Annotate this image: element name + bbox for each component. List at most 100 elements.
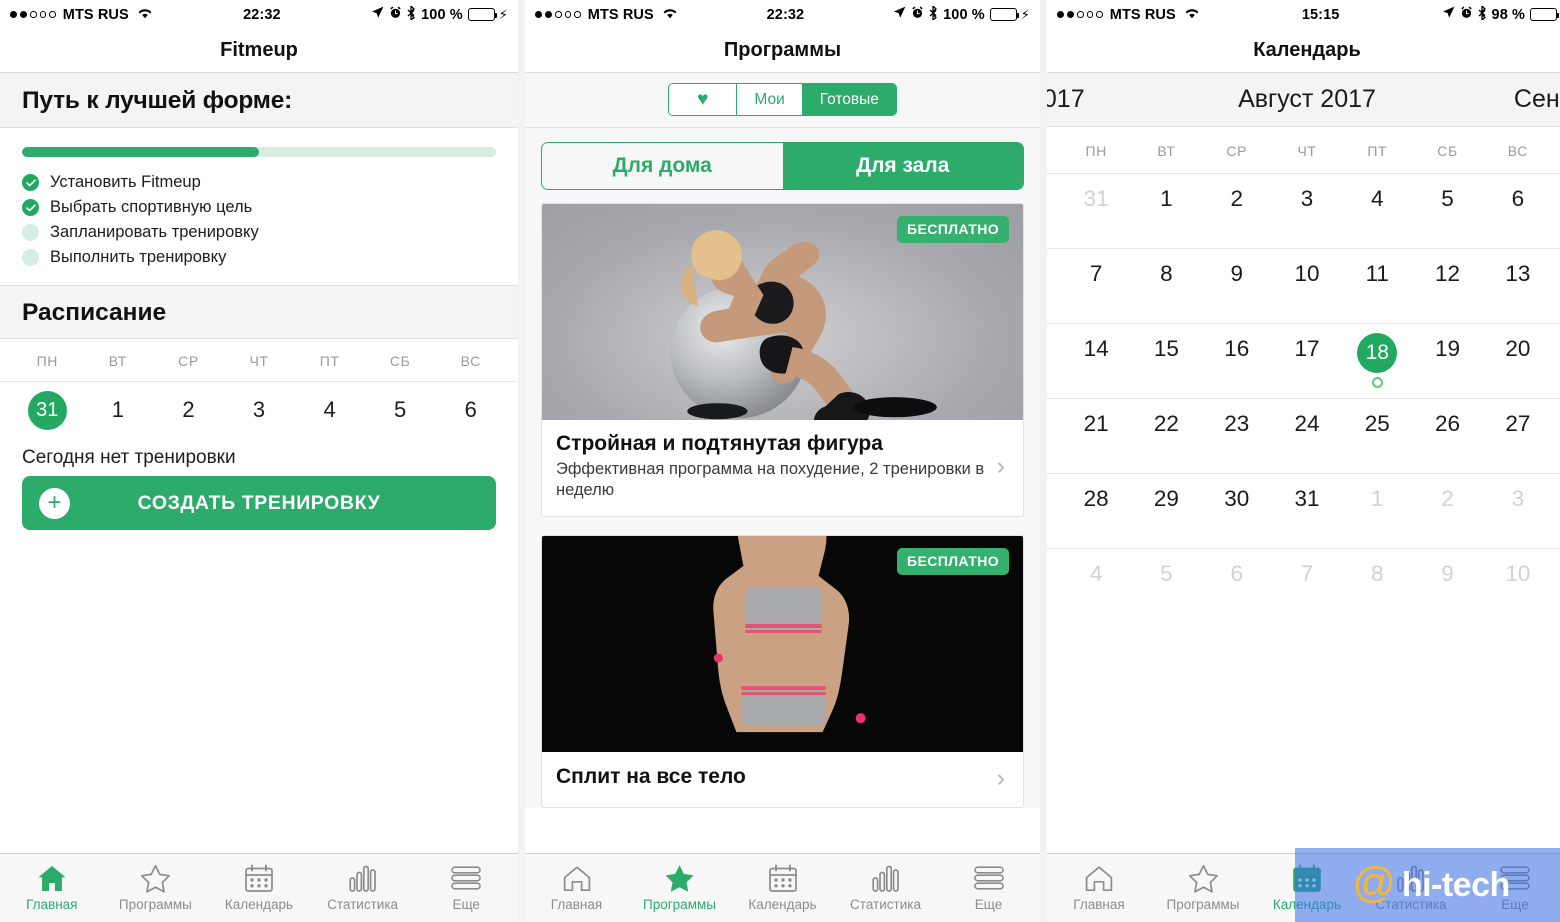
calendar-day[interactable]: 24	[1272, 399, 1342, 473]
calendar-day[interactable]: 10	[1483, 549, 1553, 623]
calendar-day[interactable]: 9	[1202, 249, 1272, 323]
calendar-day[interactable]: 5	[1131, 549, 1201, 623]
schedule-day[interactable]: 3	[224, 382, 295, 438]
calendar-day[interactable]: 26	[1412, 399, 1482, 473]
tab-calendar[interactable]: Календарь	[1255, 863, 1359, 912]
month-next-label[interactable]: Сентяб	[1514, 85, 1560, 114]
calendar-weekday: СБ	[1437, 143, 1458, 159]
calendar-day[interactable]: 15	[1131, 324, 1201, 398]
calendar-day[interactable]: 8	[1131, 249, 1201, 323]
tab-bar-chart[interactable]: Статистика	[834, 863, 937, 912]
charging-bolt-icon: ⚡	[498, 6, 508, 22]
tab-hamburger[interactable]: Еще	[937, 863, 1040, 912]
chevron-right-icon[interactable]: ›	[997, 764, 1009, 793]
calendar-day[interactable]: 5	[1412, 174, 1482, 248]
schedule-day[interactable]: 5	[365, 382, 436, 438]
segment-favorites[interactable]: ♥	[669, 84, 738, 115]
calendar-day[interactable]: 23	[1202, 399, 1272, 473]
schedule-day[interactable]: 2	[153, 382, 224, 438]
calendar-day[interactable]: 18	[1342, 324, 1412, 398]
calendar-day[interactable]: 2	[1202, 174, 1272, 248]
tab-bar-chart[interactable]: Статистика	[1359, 863, 1463, 912]
tab-bar[interactable]: Главная Программы Календарь Статистика Ещ…	[0, 853, 518, 922]
calendar-day[interactable]: 11	[1342, 249, 1412, 323]
toggle-home[interactable]: Для дома	[542, 143, 783, 189]
segment-мои[interactable]: Мои	[737, 84, 803, 115]
tab-hamburger[interactable]: Еще	[1463, 863, 1560, 912]
chevron-right-icon[interactable]: ›	[997, 452, 1009, 481]
tab-hamburger[interactable]: Еще	[414, 863, 518, 912]
calendar-day[interactable]: 14	[1061, 324, 1131, 398]
location-toggle[interactable]: Для дома Для зала	[541, 142, 1024, 190]
calendar-day[interactable]: 3	[1483, 474, 1553, 548]
week-days-row[interactable]: 31 1 2 3 4 5 6	[0, 381, 518, 438]
tab-star[interactable]: Программы	[104, 863, 208, 912]
program-card[interactable]: БЕСПЛАТНО Стройная и подтянутая фигура Э…	[541, 203, 1024, 517]
calendar-day[interactable]: 31	[1061, 174, 1131, 248]
calendar-day[interactable]: 21	[1061, 399, 1131, 473]
tab-bar-chart[interactable]: Статистика	[311, 863, 415, 912]
tab-star[interactable]: Программы	[1151, 863, 1255, 912]
calendar-day[interactable]: 28	[1061, 474, 1131, 548]
tab-star[interactable]: Программы	[628, 863, 731, 912]
month-prev-label[interactable]: 2017	[1047, 85, 1085, 114]
tab-calendar[interactable]: Календарь	[207, 863, 311, 912]
location-arrow-icon	[371, 6, 384, 23]
calendar-day[interactable]: 31	[1272, 474, 1342, 548]
tab-home[interactable]: Главная	[525, 863, 628, 912]
calendar-day[interactable]: 22	[1131, 399, 1201, 473]
create-workout-button[interactable]: + СОЗДАТЬ ТРЕНИРОВКУ	[22, 476, 496, 530]
calendar-day[interactable]: 17	[1272, 324, 1342, 398]
month-selector[interactable]: 2017 Август 2017 Сентяб	[1047, 73, 1560, 127]
calendar-day[interactable]: 1	[1342, 474, 1412, 548]
calendar-day[interactable]: 13	[1483, 249, 1553, 323]
tab-home[interactable]: Главная	[1047, 863, 1151, 912]
schedule-section-header: Расписание	[0, 285, 518, 339]
screen-home: MTS RUS 22:32 100 % ⚡ Fitmeup Путь к луч…	[0, 0, 518, 922]
clock: 22:32	[766, 6, 805, 23]
segmented-control[interactable]: ♥ Мои Готовые	[668, 83, 897, 116]
calendar-day[interactable]: 3	[1272, 174, 1342, 248]
calendar-day[interactable]: 1	[1131, 174, 1201, 248]
tab-home[interactable]: Главная	[0, 863, 104, 912]
schedule-day[interactable]: 4	[294, 382, 365, 438]
schedule-day[interactable]: 31	[12, 382, 83, 438]
tab-bar[interactable]: Главная Программы Календарь Статистика Ещ…	[1047, 853, 1560, 922]
calendar-weekday: СР	[1226, 143, 1248, 159]
calendar-day[interactable]: 20	[1483, 324, 1553, 398]
calendar-day-number: 17	[1294, 336, 1320, 361]
tab-label: Программы	[643, 897, 716, 912]
calendar-grid[interactable]: 31 1 2 3 4 5 6 7 8 9 10 11 12 13 14 15 16 17 18 19 20 21 22 23 2…	[1047, 173, 1560, 623]
tab-bar[interactable]: Главная Программы Календарь Статистика Ещ…	[525, 853, 1040, 922]
calendar-day[interactable]: 19	[1412, 324, 1482, 398]
calendar-day[interactable]: 6	[1202, 549, 1272, 623]
calendar-day[interactable]: 6	[1483, 174, 1553, 248]
tab-calendar[interactable]: Календарь	[731, 863, 834, 912]
empty-circle-icon	[22, 224, 39, 241]
calendar-day[interactable]: 7	[1272, 549, 1342, 623]
calendar-day[interactable]: 12	[1412, 249, 1482, 323]
calendar-day[interactable]: 25	[1342, 399, 1412, 473]
alarm-icon	[911, 6, 924, 23]
calendar-day-number: 1	[1371, 486, 1384, 511]
toggle-gym[interactable]: Для зала	[782, 143, 1023, 189]
schedule-day[interactable]: 6	[435, 382, 506, 438]
schedule-day[interactable]: 1	[83, 382, 154, 438]
calendar-day[interactable]: 10	[1272, 249, 1342, 323]
program-card[interactable]: БЕСПЛАТНО Сплит на все тело ›	[541, 534, 1024, 808]
segment-готовые[interactable]: Готовые	[802, 84, 896, 115]
calendar-day[interactable]: 27	[1483, 399, 1553, 473]
calendar-day-number: 7	[1300, 561, 1314, 586]
calendar-day[interactable]: 7	[1061, 249, 1131, 323]
calendar-day[interactable]: 8	[1342, 549, 1412, 623]
calendar-day[interactable]: 29	[1131, 474, 1201, 548]
empty-circle-icon	[22, 249, 39, 266]
calendar-day[interactable]: 4	[1342, 174, 1412, 248]
calendar-day[interactable]: 16	[1202, 324, 1272, 398]
calendar-day[interactable]: 4	[1061, 549, 1131, 623]
calendar-day[interactable]: 2	[1412, 474, 1482, 548]
calendar-day[interactable]: 30	[1202, 474, 1272, 548]
calendar-day-number: 9	[1230, 261, 1243, 286]
path-section-header: Путь к лучшей форме:	[0, 73, 518, 128]
calendar-day[interactable]: 9	[1412, 549, 1482, 623]
